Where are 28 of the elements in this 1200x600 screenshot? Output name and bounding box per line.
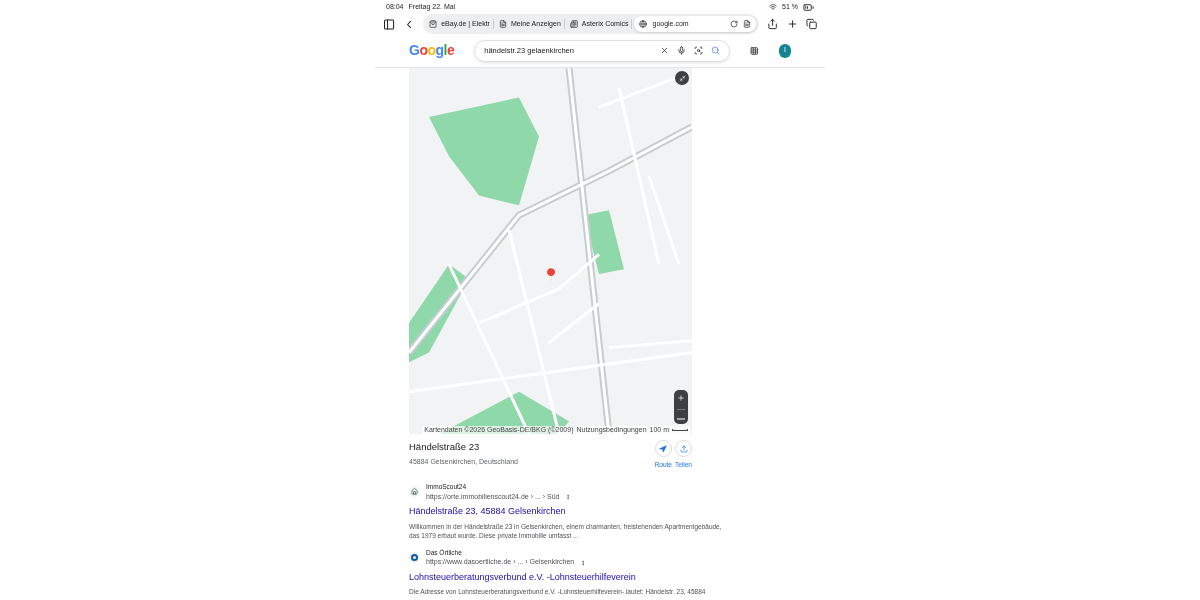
microphone-icon[interactable] bbox=[677, 46, 687, 55]
camera-search-icon[interactable] bbox=[694, 46, 704, 55]
result-title-link[interactable]: Lohnsteuerberatungsverbund e.V. -Lohnsteuerhilfeverein bbox=[409, 570, 729, 585]
zoom-out-icon[interactable] bbox=[677, 418, 685, 421]
new-tab-icon[interactable] bbox=[786, 18, 798, 30]
place-name: Händelstraße 23 bbox=[409, 440, 481, 454]
tabs-overview-icon[interactable] bbox=[805, 18, 817, 30]
tab-favicon-icon bbox=[429, 20, 438, 28]
result-title-link[interactable]: Händelstraße 23, 45884 Gelsenkirchen bbox=[409, 505, 729, 519]
clear-icon[interactable] bbox=[660, 46, 670, 55]
reload-icon[interactable] bbox=[730, 20, 739, 28]
google-logo[interactable]: Google bbox=[409, 40, 455, 61]
more-icon[interactable] bbox=[580, 559, 587, 566]
zoom-in-icon[interactable] bbox=[677, 393, 685, 402]
tab-favicon-icon bbox=[639, 20, 648, 28]
directions-icon bbox=[659, 444, 668, 453]
share-icon[interactable] bbox=[767, 18, 779, 30]
scale-bar bbox=[672, 429, 688, 431]
sidebar-icon[interactable] bbox=[383, 17, 396, 31]
battery-icon bbox=[803, 1, 814, 13]
tab-favicon-icon bbox=[569, 20, 578, 28]
share-icon bbox=[679, 444, 688, 453]
collapse-icon bbox=[678, 74, 686, 82]
wifi-icon bbox=[769, 3, 778, 11]
reader-icon[interactable] bbox=[743, 20, 752, 28]
tab-favicon-icon bbox=[498, 20, 507, 28]
more-icon[interactable] bbox=[565, 493, 572, 500]
apps-icon[interactable] bbox=[750, 45, 759, 56]
